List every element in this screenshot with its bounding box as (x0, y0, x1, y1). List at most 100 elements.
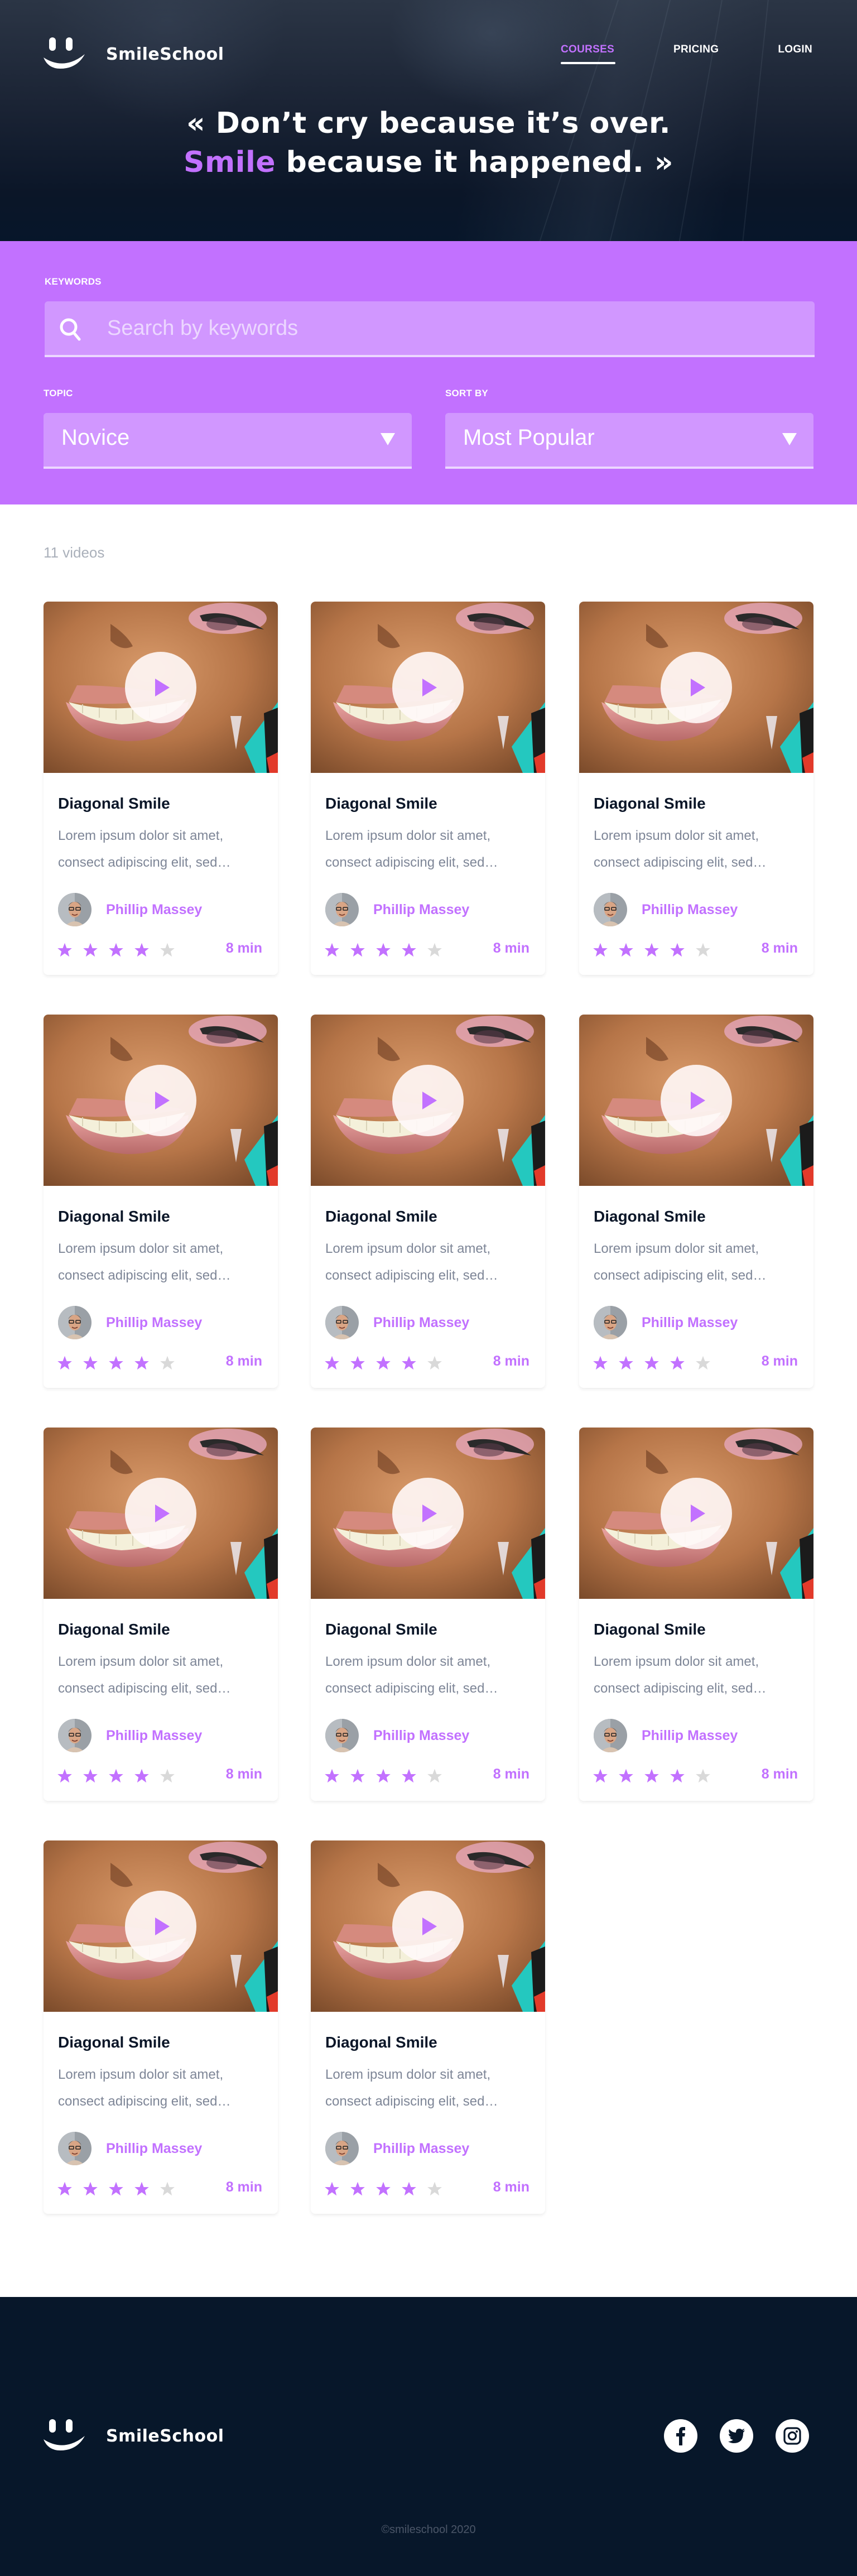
play-button[interactable] (125, 1065, 196, 1136)
star-filled-icon (109, 943, 123, 957)
video-title[interactable]: Diagonal Smile (594, 795, 706, 813)
star-filled-icon (619, 1356, 633, 1370)
star-filled-icon (350, 1356, 365, 1370)
twitter-link[interactable] (720, 2419, 753, 2453)
topic-select[interactable]: Novice (44, 413, 412, 469)
sort-label: SORT BY (445, 388, 488, 398)
video-duration: 8 min (493, 940, 529, 956)
play-button[interactable] (661, 1478, 732, 1549)
search-field[interactable] (45, 301, 815, 357)
video-thumbnail[interactable] (44, 602, 278, 773)
author-name[interactable]: Phillip Massey (642, 1315, 738, 1331)
video-title[interactable]: Diagonal Smile (325, 1208, 437, 1225)
star-filled-icon (402, 1356, 416, 1370)
video-card[interactable]: Diagonal Smile Lorem ipsum dolor sit ame… (579, 1428, 813, 1801)
author-name[interactable]: Phillip Massey (106, 2141, 202, 2157)
video-card[interactable]: Diagonal Smile Lorem ipsum dolor sit ame… (311, 1015, 545, 1388)
video-card[interactable]: Diagonal Smile Lorem ipsum dolor sit ame… (44, 1428, 278, 1801)
video-title[interactable]: Diagonal Smile (594, 1208, 706, 1225)
facebook-link[interactable] (664, 2419, 697, 2453)
sort-select[interactable]: Most Popular (445, 413, 813, 469)
author-avatar (594, 1306, 627, 1339)
play-button[interactable] (392, 1478, 464, 1549)
nav-login[interactable]: LOGIN (778, 44, 812, 56)
video-title[interactable]: Diagonal Smile (325, 2034, 437, 2051)
video-thumbnail[interactable] (311, 1840, 545, 2012)
search-input[interactable] (107, 301, 803, 355)
star-empty-icon (160, 2181, 175, 2196)
video-thumbnail[interactable] (311, 602, 545, 773)
video-title[interactable]: Diagonal Smile (325, 795, 437, 813)
video-card[interactable]: Diagonal Smile Lorem ipsum dolor sit ame… (311, 1840, 545, 2214)
video-duration: 8 min (761, 940, 798, 956)
author-name[interactable]: Phillip Massey (106, 1315, 202, 1331)
play-button[interactable] (392, 652, 464, 723)
video-title[interactable]: Diagonal Smile (58, 795, 170, 813)
video-thumbnail[interactable] (579, 602, 813, 773)
video-title[interactable]: Diagonal Smile (58, 1621, 170, 1638)
video-duration: 8 min (493, 1766, 529, 1782)
video-card[interactable]: Diagonal Smile Lorem ipsum dolor sit ame… (44, 602, 278, 975)
play-button[interactable] (392, 1891, 464, 1962)
video-duration: 8 min (761, 1353, 798, 1369)
star-filled-icon (109, 1768, 123, 1783)
video-description: Lorem ipsum dolor sit amet, consect adip… (594, 828, 767, 870)
star-filled-icon (644, 1356, 659, 1370)
footer-logo-link[interactable]: SmileSchool (44, 2419, 224, 2453)
video-card[interactable]: Diagonal Smile Lorem ipsum dolor sit ame… (311, 1428, 545, 1801)
video-description: Lorem ipsum dolor sit amet, consect adip… (594, 1654, 767, 1696)
play-button[interactable] (392, 1065, 464, 1136)
video-card[interactable]: Diagonal Smile Lorem ipsum dolor sit ame… (44, 1015, 278, 1388)
video-card[interactable]: Diagonal Smile Lorem ipsum dolor sit ame… (579, 602, 813, 975)
star-empty-icon (696, 943, 710, 957)
author-name[interactable]: Phillip Massey (106, 902, 202, 918)
brand-name: SmileSchool (106, 44, 224, 64)
video-thumbnail[interactable] (44, 1840, 278, 2012)
facebook-icon (676, 2427, 685, 2445)
play-button[interactable] (125, 1891, 196, 1962)
author-name[interactable]: Phillip Massey (642, 902, 738, 918)
nav-pricing[interactable]: PRICING (673, 44, 719, 56)
video-card[interactable]: Diagonal Smile Lorem ipsum dolor sit ame… (311, 602, 545, 975)
video-thumbnail[interactable] (311, 1015, 545, 1186)
author-name[interactable]: Phillip Massey (373, 902, 469, 918)
video-count: 11 videos (44, 544, 105, 561)
play-button[interactable] (661, 652, 732, 723)
instagram-link[interactable] (776, 2419, 809, 2453)
play-button[interactable] (125, 1478, 196, 1549)
video-card[interactable]: Diagonal Smile Lorem ipsum dolor sit ame… (579, 1015, 813, 1388)
video-thumbnail[interactable] (44, 1015, 278, 1186)
star-rating (57, 1768, 175, 1784)
hero-header: SmileSchool COURSES PRICING LOGIN « Don’… (0, 0, 857, 241)
author-name[interactable]: Phillip Massey (642, 1728, 738, 1744)
video-title[interactable]: Diagonal Smile (58, 2034, 170, 2051)
author-name[interactable]: Phillip Massey (373, 2141, 469, 2157)
star-empty-icon (696, 1768, 710, 1783)
author-avatar (58, 1306, 92, 1339)
star-filled-icon (619, 943, 633, 957)
sort-selected-value: Most Popular (463, 425, 595, 450)
logo-link[interactable]: SmileSchool (44, 37, 224, 71)
video-thumbnail[interactable] (44, 1428, 278, 1599)
video-thumbnail[interactable] (311, 1428, 545, 1599)
author-name[interactable]: Phillip Massey (373, 1315, 469, 1331)
star-filled-icon (402, 943, 416, 957)
site-footer: SmileSchool ©smileschool 2020 (0, 2297, 857, 2576)
author-name[interactable]: Phillip Massey (373, 1728, 469, 1744)
play-button[interactable] (661, 1065, 732, 1136)
smiley-logo-icon (44, 37, 85, 71)
video-thumbnail[interactable] (579, 1428, 813, 1599)
video-title[interactable]: Diagonal Smile (58, 1208, 170, 1225)
star-rating (57, 2181, 175, 2197)
star-filled-icon (134, 2181, 149, 2196)
author-avatar (58, 2132, 92, 2165)
video-thumbnail[interactable] (579, 1015, 813, 1186)
author-name[interactable]: Phillip Massey (106, 1728, 202, 1744)
play-button[interactable] (125, 652, 196, 723)
nav-courses[interactable]: COURSES (560, 44, 616, 64)
star-filled-icon (350, 943, 365, 957)
video-title[interactable]: Diagonal Smile (325, 1621, 437, 1638)
video-description: Lorem ipsum dolor sit amet, consect adip… (58, 828, 231, 870)
video-title[interactable]: Diagonal Smile (594, 1621, 706, 1638)
video-card[interactable]: Diagonal Smile Lorem ipsum dolor sit ame… (44, 1840, 278, 2214)
